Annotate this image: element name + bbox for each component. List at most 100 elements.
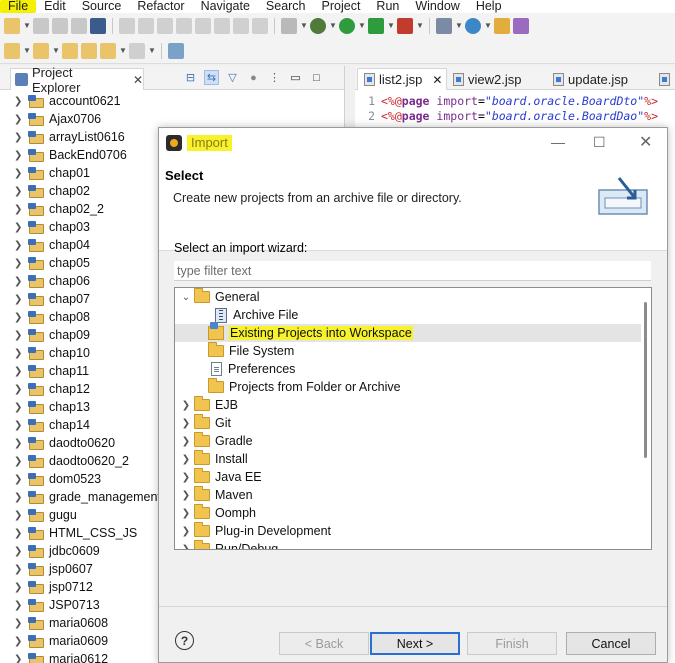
view-menu-icon[interactable]: ⋮ — [267, 70, 282, 85]
tab-overflow[interactable] — [653, 68, 675, 90]
chevron-down-icon[interactable]: ▼ — [484, 21, 492, 30]
chevron-right-icon[interactable]: ❯ — [14, 168, 28, 179]
menu-help[interactable]: Help — [468, 0, 510, 13]
chevron-down-icon[interactable]: ⌄ — [179, 292, 193, 303]
previous-annotation-icon[interactable] — [33, 42, 49, 59]
save-icon[interactable] — [33, 17, 49, 34]
chevron-right-icon[interactable]: ❯ — [14, 258, 28, 269]
chevron-right-icon[interactable]: ❯ — [179, 454, 193, 465]
chevron-right-icon[interactable]: ❯ — [14, 204, 28, 215]
chevron-right-icon[interactable]: ❯ — [14, 348, 28, 359]
dialog-titlebar[interactable]: Import — ☐ ✕ — [159, 128, 667, 158]
chevron-right-icon[interactable]: ❯ — [179, 508, 193, 519]
resume-icon[interactable] — [138, 17, 154, 34]
minimize-icon[interactable]: ▭ — [288, 70, 303, 85]
terminate-icon[interactable] — [176, 17, 192, 34]
tree-item-category[interactable]: ❯ Maven — [175, 486, 651, 504]
tab-list2-jsp[interactable]: list2.jsp ✕ — [357, 68, 447, 90]
chevron-right-icon[interactable]: ❯ — [14, 420, 28, 431]
step-over-icon[interactable] — [233, 17, 249, 34]
filter-input[interactable] — [174, 261, 651, 281]
menu-source[interactable]: Source — [74, 0, 130, 13]
tab-project-explorer[interactable]: Project Explorer ✕ — [10, 65, 144, 95]
chevron-right-icon[interactable]: ❯ — [14, 240, 28, 251]
task-list-icon[interactable] — [281, 17, 297, 34]
tree-item-file-system[interactable]: File System — [175, 342, 651, 360]
tree-item-existing-projects[interactable]: Existing Projects into Workspace — [175, 322, 651, 342]
chevron-right-icon[interactable]: ❯ — [14, 150, 28, 161]
maximize-icon[interactable]: □ — [309, 70, 324, 85]
collapse-all-icon[interactable]: ⊟ — [183, 70, 198, 85]
chevron-right-icon[interactable]: ❯ — [14, 276, 28, 287]
tree-item-category[interactable]: ❯ Run/Debug — [175, 540, 651, 549]
tree-item-category[interactable]: ❯ Install — [175, 450, 651, 468]
chevron-right-icon[interactable]: ❯ — [14, 186, 28, 197]
chevron-down-icon[interactable]: ▼ — [300, 21, 308, 30]
tree-item-projects-from-folder[interactable]: Projects from Folder or Archive — [175, 378, 651, 396]
link-with-editor-icon[interactable]: ⇆ — [204, 70, 219, 85]
chevron-right-icon[interactable]: ❯ — [14, 402, 28, 413]
chevron-down-icon[interactable]: ▼ — [455, 21, 463, 30]
disconnect-icon[interactable] — [195, 17, 211, 34]
tree-item-category[interactable]: ❯ Java EE — [175, 468, 651, 486]
finish-button[interactable]: Finish — [467, 632, 557, 655]
tree-item-archive-file[interactable]: Archive File — [175, 306, 651, 324]
chevron-right-icon[interactable]: ❯ — [14, 114, 28, 125]
chevron-right-icon[interactable]: ❯ — [14, 582, 28, 593]
chevron-right-icon[interactable]: ❯ — [14, 384, 28, 395]
chevron-down-icon[interactable]: ▼ — [416, 21, 424, 30]
menu-navigate[interactable]: Navigate — [193, 0, 258, 13]
chevron-right-icon[interactable]: ❯ — [14, 636, 28, 647]
filter-icon[interactable]: ▽ — [225, 70, 240, 85]
back-arrow-icon[interactable] — [100, 42, 116, 59]
chevron-right-icon[interactable]: ❯ — [179, 472, 193, 483]
menu-edit[interactable]: Edit — [36, 0, 74, 13]
chevron-right-icon[interactable]: ❯ — [14, 510, 28, 521]
close-icon[interactable]: ✕ — [432, 73, 442, 87]
chevron-right-icon[interactable]: ❯ — [14, 546, 28, 557]
chevron-right-icon[interactable]: ❯ — [179, 418, 193, 429]
help-button[interactable]: ? — [175, 631, 194, 650]
chevron-right-icon[interactable]: ❯ — [14, 330, 28, 341]
back-button[interactable]: < Back — [279, 632, 369, 655]
tree-item-category[interactable]: ❯ Gradle — [175, 432, 651, 450]
forward-arrow-icon[interactable] — [129, 42, 145, 59]
close-icon[interactable]: ✕ — [639, 132, 652, 152]
tree-item-category[interactable]: ❯ Plug-in Development — [175, 522, 651, 540]
chevron-down-icon[interactable]: ▼ — [358, 21, 366, 30]
tree-item-general[interactable]: ⌄ General — [175, 288, 651, 306]
tree-scrollbar-track[interactable] — [641, 288, 651, 549]
menu-search[interactable]: Search — [258, 0, 314, 13]
step-return-icon[interactable] — [252, 17, 268, 34]
tab-update-jsp[interactable]: update.jsp — [547, 68, 647, 90]
run-icon[interactable] — [339, 17, 355, 34]
external-tools-icon[interactable] — [397, 17, 413, 34]
chevron-down-icon[interactable]: ▼ — [148, 46, 156, 55]
tree-item[interactable]: ❯ Ajax0706 — [0, 110, 344, 128]
chevron-right-icon[interactable]: ❯ — [179, 526, 193, 537]
chevron-right-icon[interactable]: ❯ — [14, 294, 28, 305]
chevron-down-icon[interactable]: ▼ — [329, 21, 337, 30]
cancel-button[interactable]: Cancel — [566, 632, 656, 655]
tree-item-category[interactable]: ❯ Oomph — [175, 504, 651, 522]
open-type-icon[interactable] — [494, 17, 510, 34]
step-into-icon[interactable] — [214, 17, 230, 34]
menu-run[interactable]: Run — [368, 0, 407, 13]
chevron-down-icon[interactable]: ▼ — [23, 21, 31, 30]
menu-file[interactable]: File — [0, 0, 37, 13]
next-button[interactable]: Next > — [370, 632, 460, 655]
code-editor[interactable]: 1 <%@ page import = "board.oracle.BoardDto"… — [355, 90, 675, 124]
skip-breakpoints-icon[interactable] — [119, 17, 135, 34]
tree-scrollbar-thumb[interactable] — [644, 302, 647, 458]
chevron-right-icon[interactable]: ❯ — [14, 474, 28, 485]
tree-item-preferences[interactable]: Preferences — [175, 360, 651, 378]
debug-icon[interactable] — [310, 17, 326, 34]
chevron-down-icon[interactable]: ▼ — [387, 21, 395, 30]
pin-editor-icon[interactable] — [168, 42, 184, 59]
chevron-right-icon[interactable]: ❯ — [14, 564, 28, 575]
focus-icon[interactable]: ● — [246, 70, 261, 85]
chevron-right-icon[interactable]: ❯ — [14, 96, 28, 107]
menu-project[interactable]: Project — [314, 0, 369, 13]
tree-item[interactable]: ❯ account0621 — [0, 92, 344, 110]
save-all-icon[interactable] — [52, 17, 68, 34]
